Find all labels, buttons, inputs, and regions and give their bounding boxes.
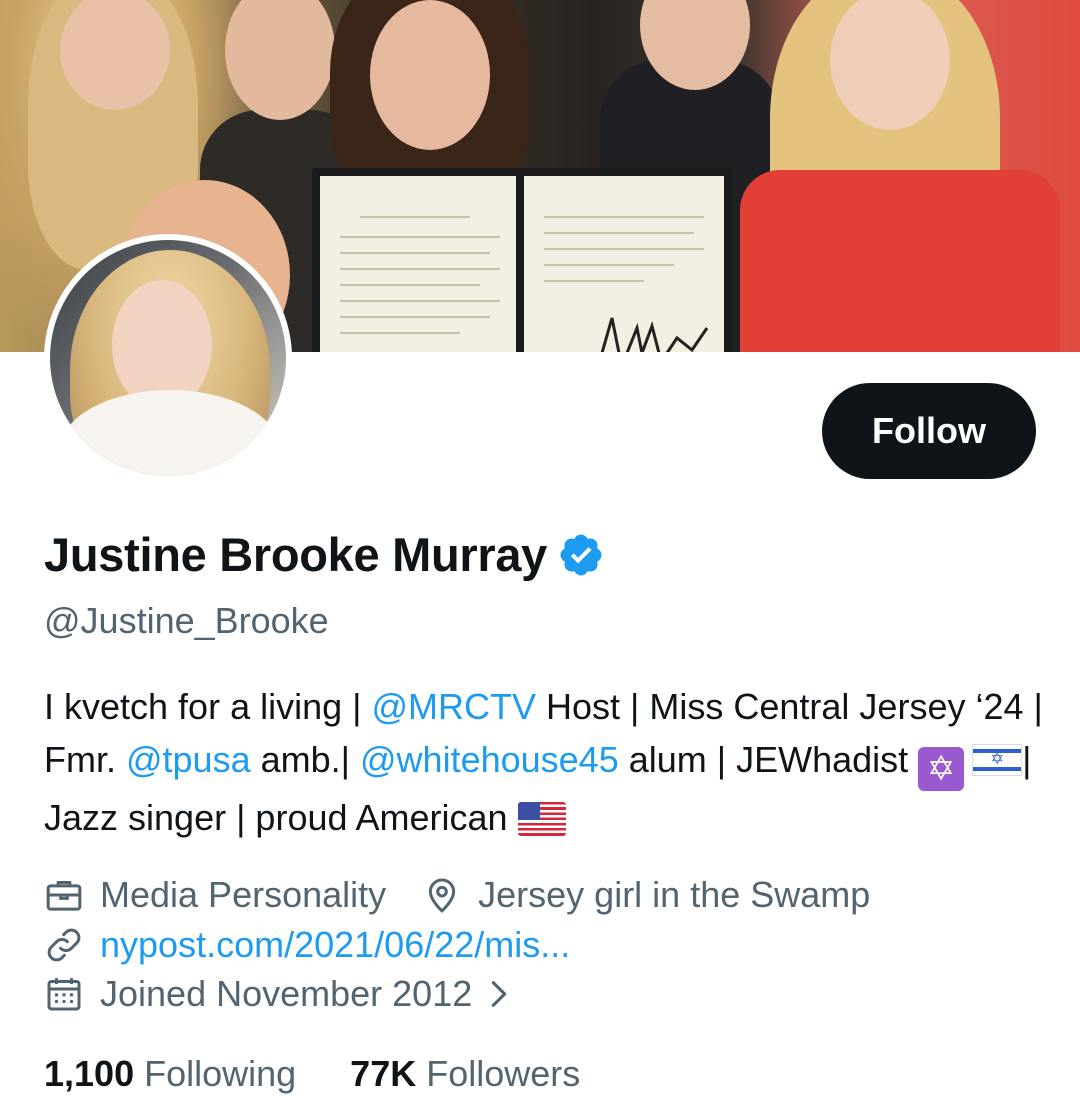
- link-icon: [47, 928, 81, 962]
- chevron-right-icon[interactable]: [482, 977, 516, 1011]
- us-flag-emoji-icon: [517, 802, 566, 836]
- followers-count: 77K: [350, 1053, 417, 1094]
- profile-category: Media Personality: [100, 874, 387, 915]
- followers-label: Followers: [426, 1053, 581, 1094]
- profile-handle: @Justine_Brooke: [44, 600, 329, 641]
- following-stat[interactable]: 1,100 Following: [44, 1053, 296, 1095]
- profile-stats: 1,100 Following 77K Followers: [44, 1053, 634, 1095]
- israel-flag-emoji-icon: ✡: [972, 744, 1023, 776]
- mention-link[interactable]: @MRCTV: [371, 686, 536, 727]
- briefcase-icon: [46, 881, 82, 911]
- mention-link[interactable]: @whitehouse45: [360, 739, 619, 780]
- mention-link[interactable]: @tpusa: [126, 739, 251, 780]
- profile-website-row: nypost.com/2021/06/22/mis...: [44, 924, 570, 966]
- banner-face: [370, 0, 490, 150]
- calendar-icon: [47, 978, 81, 1011]
- profile-joined-row[interactable]: Joined November 2012: [44, 973, 516, 1015]
- profile-joined-date: Joined November 2012: [100, 973, 473, 1014]
- followers-stat[interactable]: 77K Followers: [350, 1053, 580, 1095]
- avatar[interactable]: [44, 234, 292, 482]
- signed-document: [312, 168, 732, 352]
- following-label: Following: [144, 1053, 297, 1094]
- avatar-image: [50, 240, 286, 476]
- bio-text: I kvetch for a living |: [44, 686, 372, 727]
- profile-location: Jersey girl in the Swamp: [478, 874, 871, 915]
- display-name: Justine Brooke Murray: [44, 528, 548, 581]
- following-count: 1,100: [44, 1053, 135, 1094]
- location-pin-icon: [428, 878, 456, 913]
- bio-text: alum | JEWhadist: [618, 739, 919, 780]
- profile-meta-row: Media Personality Jersey girl in the Swa…: [44, 874, 870, 916]
- banner-red-dress: [740, 170, 1060, 352]
- document-page-left: [320, 176, 516, 352]
- profile-name-row: Justine Brooke Murray: [44, 527, 605, 582]
- follow-button[interactable]: Follow: [822, 383, 1036, 479]
- profile-bio: I kvetch for a living | @MRCTV Host | Mi…: [44, 680, 1044, 844]
- verified-badge-icon[interactable]: [557, 531, 605, 579]
- bio-text: amb.|: [250, 739, 360, 780]
- star-of-david-emoji-icon: ✡: [918, 747, 965, 791]
- signature: [600, 317, 709, 352]
- profile-website-link[interactable]: nypost.com/2021/06/22/mis...: [100, 924, 570, 966]
